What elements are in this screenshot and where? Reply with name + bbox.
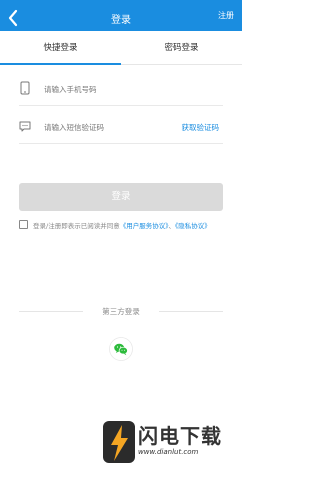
register-link[interactable]: 注册 bbox=[218, 10, 234, 21]
wechat-login-button[interactable] bbox=[109, 337, 133, 361]
phone-icon bbox=[20, 81, 30, 95]
sms-code-input[interactable]: 请输入短信验证码 bbox=[44, 122, 104, 133]
tab-password-login[interactable]: 密码登录 bbox=[121, 41, 242, 53]
sms-code-field[interactable]: 请输入短信验证码 获取验证码 bbox=[19, 110, 223, 144]
agreement-statement: 登录/注册即表示已阅读并同意 bbox=[33, 222, 120, 230]
watermark-url: www.dianlut.com bbox=[138, 448, 199, 456]
lightning-logo-icon bbox=[103, 421, 135, 463]
get-code-button[interactable]: 获取验证码 bbox=[182, 122, 220, 133]
title-bar: 登录 注册 bbox=[0, 5, 242, 31]
agreement-text: 登录/注册即表示已阅读并同意《用户服务协议》、《隐私协议》 bbox=[33, 220, 229, 233]
login-button[interactable]: 登录 bbox=[19, 183, 223, 211]
third-party-divider: 第三方登录 bbox=[19, 305, 223, 317]
phone-input[interactable]: 请输入手机号码 bbox=[44, 84, 97, 95]
watermark-name: 闪电下载 bbox=[138, 424, 222, 448]
watermark: 闪电下载 www.dianlut.com bbox=[100, 418, 238, 476]
tab-quick-login[interactable]: 快捷登录 bbox=[0, 41, 121, 53]
page-title: 登录 bbox=[111, 15, 131, 26]
service-agreement-link[interactable]: 《用户服务协议》 bbox=[120, 222, 169, 230]
divider-line-right bbox=[159, 311, 223, 312]
phone-field[interactable]: 请输入手机号码 bbox=[19, 72, 223, 106]
agreement-checkbox[interactable] bbox=[19, 220, 28, 229]
wechat-icon bbox=[109, 337, 133, 361]
privacy-agreement-link[interactable]: 《隐私协议》 bbox=[175, 222, 211, 230]
login-tabs: 快捷登录 密码登录 bbox=[0, 31, 242, 65]
message-icon bbox=[19, 121, 31, 132]
active-tab-indicator bbox=[0, 63, 121, 65]
